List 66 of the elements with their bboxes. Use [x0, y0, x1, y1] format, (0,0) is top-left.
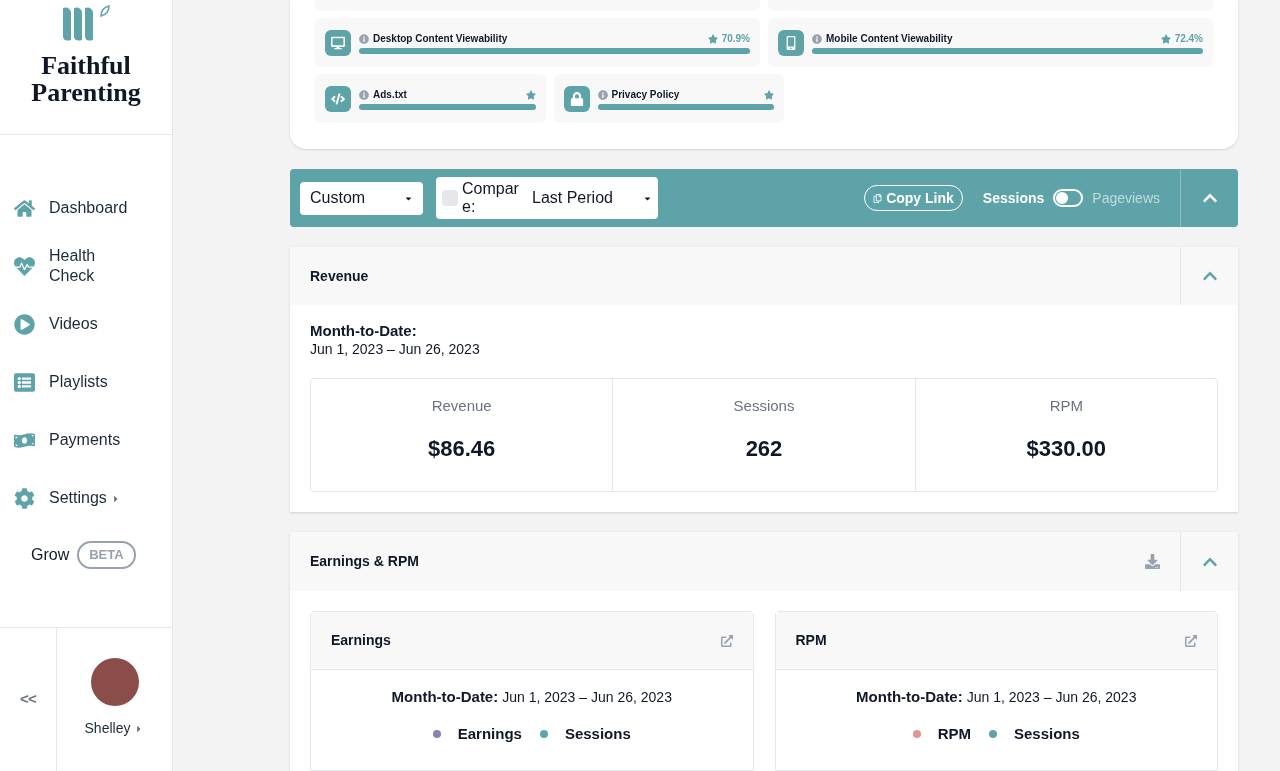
check-title: Desktop Content Viewability: [373, 32, 509, 46]
list-icon: [14, 371, 35, 393]
heartbeat-icon: [14, 255, 35, 277]
stat-value: $86.46: [428, 434, 496, 463]
phone-icon: [778, 29, 804, 56]
nav-item[interactable]: Videos: [0, 295, 172, 353]
stat-label: RPM: [1049, 396, 1083, 416]
period-dates: Jun 1, 2023 – Jun 26, 2023: [502, 688, 672, 707]
home-icon: [14, 197, 35, 219]
period-label: Month-to-Date:: [856, 687, 963, 707]
external-link-icon[interactable]: [720, 634, 733, 647]
star-icon: [764, 89, 774, 100]
user-menu[interactable]: Shelley: [84, 718, 145, 739]
panel-title: Revenue: [310, 266, 369, 286]
copy-icon: [873, 193, 883, 203]
collapse-button[interactable]: <<: [0, 628, 57, 771]
star-icon: [525, 89, 536, 100]
period-dates: Jun 1, 2023 – Jun 26, 2023: [310, 340, 481, 358]
range-dropdown[interactable]: Custom: [300, 181, 423, 215]
period-label: Month-to-Date:: [391, 687, 499, 707]
panel-title: Earnings & RPM: [310, 552, 419, 571]
card-title: RPM: [795, 631, 827, 650]
legend-label: Earnings: [457, 723, 522, 744]
info-icon[interactable]: [812, 33, 822, 44]
stat-value: $330.00: [1026, 434, 1107, 463]
external-link-icon[interactable]: [1185, 634, 1197, 647]
play-icon: [14, 313, 35, 335]
check-value: 70.9%: [721, 32, 750, 46]
compare-value: Last Period: [532, 188, 614, 208]
check-value: 72.4%: [1174, 32, 1203, 46]
info-icon[interactable]: [359, 89, 369, 100]
grow-label[interactable]: Grow: [31, 543, 70, 567]
info-icon[interactable]: [359, 33, 369, 44]
star-icon: [1160, 33, 1171, 44]
check-title: Privacy Policy: [611, 88, 681, 102]
lock-icon: [563, 85, 590, 112]
period-dates: Jun 1, 2023 – Jun 26, 2023: [966, 688, 1137, 707]
nav-item[interactable]: Payments: [0, 411, 172, 469]
check-title: Ads.txt: [373, 88, 408, 102]
code-icon: [325, 85, 351, 112]
settings-icon: [14, 487, 35, 509]
metric-toggle[interactable]: [1053, 189, 1084, 207]
beta-badge: BETA: [77, 541, 136, 569]
brand-name: Faithful Parenting: [30, 52, 142, 106]
card-title: Earnings: [331, 631, 391, 650]
toggle-right-label: Pageviews: [1092, 188, 1160, 208]
avatar[interactable]: [90, 658, 139, 706]
compare-checkbox[interactable]: [442, 190, 458, 206]
legend-label: Sessions: [1014, 723, 1080, 744]
nav-item[interactable]: Playlists: [0, 353, 172, 411]
check-title: Mobile Content Viewability: [826, 32, 954, 46]
info-icon[interactable]: [597, 89, 608, 100]
toggle-left-label: Sessions: [982, 188, 1045, 208]
legend-label: RPM: [937, 723, 971, 744]
download-icon[interactable]: [1145, 554, 1160, 569]
stat-label: Sessions: [733, 396, 795, 416]
stat-label: Revenue: [431, 396, 492, 416]
monitor-icon: [325, 29, 351, 56]
star-icon: [707, 33, 718, 44]
nav-item[interactable]: Health Check: [0, 237, 172, 295]
compare-label: Compare:: [462, 180, 520, 216]
nav-item[interactable]: Settings: [0, 469, 172, 527]
nav-item[interactable]: Dashboard: [0, 179, 172, 237]
legend-label: Sessions: [564, 723, 631, 744]
stat-value: 262: [745, 434, 783, 463]
period-label: Month-to-Date:: [310, 322, 418, 340]
